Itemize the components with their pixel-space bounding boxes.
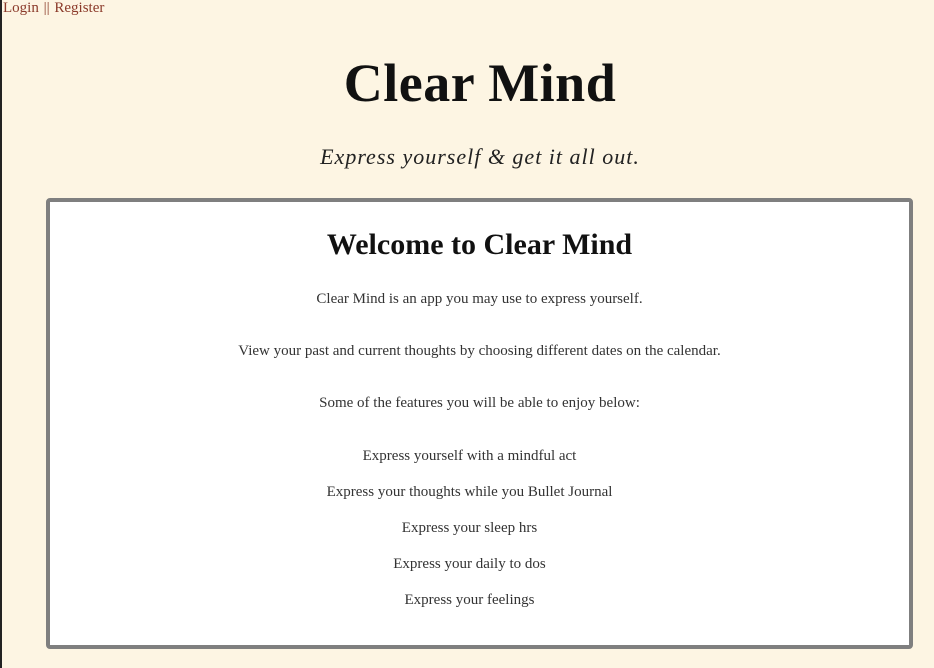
intro-text: Clear Mind is an app you may use to expr…	[316, 291, 643, 307]
welcome-heading: Welcome to Clear Mind	[326, 228, 633, 261]
feature-item: Express yourself with a mindful act	[362, 448, 577, 464]
register-link[interactable]: Register	[54, 0, 104, 16]
feature-item: Express your sleep hrs	[401, 520, 538, 536]
welcome-card: Welcome to Clear Mind Clear Mind is an a…	[46, 198, 913, 649]
calendar-note: View your past and current thoughts by c…	[238, 343, 721, 359]
feature-item: Express your daily to dos	[393, 556, 546, 572]
feature-item: Express your thoughts while you Bullet J…	[326, 484, 613, 500]
features-list: Express yourself with a mindful act Expr…	[50, 447, 889, 627]
features-intro: Some of the features you will be able to…	[319, 395, 640, 411]
nav-separator: ||	[43, 0, 50, 16]
app-tagline: Express yourself & get it all out.	[320, 144, 640, 169]
auth-links: Login || Register	[3, 0, 104, 16]
login-link[interactable]: Login	[3, 0, 39, 16]
feature-item: Express your feelings	[404, 592, 535, 608]
app-title: Clear Mind	[343, 53, 617, 113]
